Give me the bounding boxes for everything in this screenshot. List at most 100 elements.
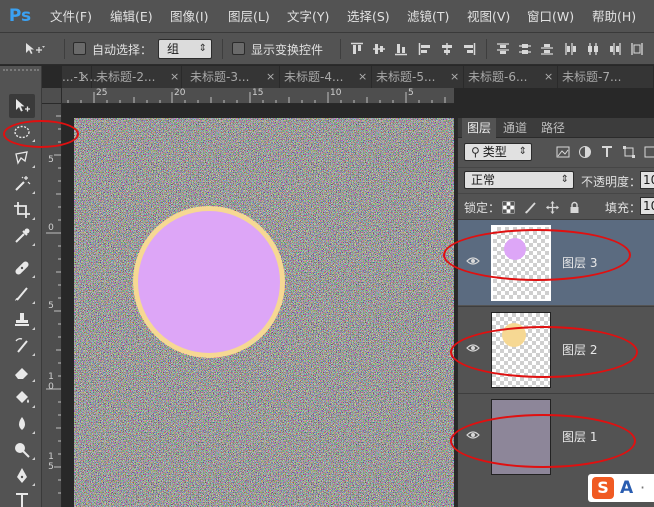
type-tool-icon[interactable] bbox=[9, 488, 35, 507]
dodge-tool-icon[interactable] bbox=[9, 438, 35, 462]
vertical-ruler[interactable]: 5 0 5 1 0 1 5 bbox=[42, 104, 62, 507]
horizontal-ruler[interactable]: 25 20 15 10 5 bbox=[62, 88, 454, 104]
ruler-label: 15 bbox=[252, 88, 264, 98]
distribute-left-icon[interactable] bbox=[564, 42, 578, 56]
doc-tab[interactable]: 未标题-7... bbox=[558, 66, 654, 88]
close-icon[interactable]: × bbox=[544, 66, 553, 88]
toolbox-grip[interactable] bbox=[3, 69, 39, 75]
blur-tool-icon[interactable] bbox=[9, 412, 35, 436]
layer-row-3[interactable]: 图层 3 bbox=[458, 219, 654, 305]
eye-icon[interactable] bbox=[466, 428, 480, 442]
ruler-label: 5 bbox=[408, 88, 414, 98]
layer-name[interactable]: 图层 2 bbox=[562, 341, 597, 358]
clone-stamp-tool-icon[interactable] bbox=[9, 308, 35, 332]
ruler-corner[interactable] bbox=[42, 88, 62, 104]
align-top-icon[interactable] bbox=[350, 42, 364, 56]
menu-image[interactable]: 图像(I) bbox=[170, 8, 208, 26]
brush-tool-icon[interactable] bbox=[9, 282, 35, 306]
paint-bucket-tool-icon[interactable] bbox=[9, 386, 35, 410]
lock-transparent-pixels-icon[interactable] bbox=[502, 201, 515, 214]
eraser-tool-icon[interactable] bbox=[9, 360, 35, 384]
magic-wand-tool-icon[interactable] bbox=[9, 172, 35, 196]
history-brush-tool-icon[interactable] bbox=[9, 334, 35, 358]
move-tool-icon[interactable] bbox=[9, 94, 35, 118]
filter-kind-label: 类型 bbox=[482, 145, 507, 159]
ruler-label: 5 bbox=[48, 301, 54, 311]
menu-window[interactable]: 窗口(W) bbox=[527, 8, 574, 26]
menu-help[interactable]: 帮助(H) bbox=[592, 8, 636, 26]
eye-icon[interactable] bbox=[466, 254, 480, 268]
menu-select[interactable]: 选择(S) bbox=[347, 8, 390, 26]
distribute-top-icon[interactable] bbox=[496, 42, 510, 56]
close-icon[interactable]: × bbox=[80, 66, 89, 88]
ime-toolbar[interactable]: S A · bbox=[588, 474, 654, 502]
tab-layers[interactable]: 图层 bbox=[462, 118, 497, 138]
filter-kind-dropdown[interactable]: ⚲ 类型 bbox=[464, 143, 532, 161]
layer-row-1[interactable]: 图层 1 bbox=[458, 393, 654, 479]
align-right-icon[interactable] bbox=[462, 42, 476, 56]
layer-name[interactable]: 图层 1 bbox=[562, 428, 597, 445]
blend-mode-dropdown[interactable]: 正常 bbox=[464, 171, 574, 189]
fill-input[interactable]: 100 bbox=[640, 197, 654, 215]
auto-select-checkbox[interactable] bbox=[73, 42, 86, 55]
menu-edit[interactable]: 编辑(E) bbox=[110, 8, 153, 26]
separator bbox=[64, 39, 65, 59]
tab-channels[interactable]: 通道 bbox=[498, 118, 532, 138]
close-icon[interactable]: × bbox=[266, 66, 275, 88]
healing-brush-tool-icon[interactable] bbox=[9, 256, 35, 280]
purple-circle-shape[interactable] bbox=[133, 206, 285, 358]
align-bottom-icon[interactable] bbox=[394, 42, 408, 56]
auto-align-icon[interactable] bbox=[630, 42, 644, 56]
align-vcenter-icon[interactable] bbox=[372, 42, 386, 56]
eye-icon[interactable] bbox=[466, 341, 480, 355]
close-icon[interactable]: × bbox=[170, 66, 179, 88]
distribute-right-icon[interactable] bbox=[608, 42, 622, 56]
opacity-input[interactable]: 100 bbox=[640, 171, 654, 189]
ruler-label: 5 bbox=[48, 155, 54, 165]
move-tool-preset-icon[interactable] bbox=[24, 42, 46, 56]
menu-filter[interactable]: 滤镜(T) bbox=[407, 8, 449, 26]
ruler-label: 0 bbox=[48, 223, 54, 233]
crop-tool-icon[interactable] bbox=[9, 198, 35, 222]
pen-tool-icon[interactable] bbox=[9, 464, 35, 488]
menu-layer[interactable]: 图层(L) bbox=[228, 8, 270, 26]
show-transform-label: 显示变换控件 bbox=[251, 43, 324, 57]
filter-adjustment-icon[interactable] bbox=[578, 145, 592, 159]
tab-paths[interactable]: 路径 bbox=[536, 118, 570, 138]
ime-mode-indicator[interactable]: A bbox=[620, 477, 633, 499]
align-hcenter-icon[interactable] bbox=[440, 42, 454, 56]
search-icon: ⚲ bbox=[471, 145, 480, 159]
close-icon[interactable]: × bbox=[358, 66, 367, 88]
menu-file[interactable]: 文件(F) bbox=[50, 8, 92, 26]
close-icon[interactable]: × bbox=[450, 66, 459, 88]
filter-type-icon[interactable] bbox=[600, 145, 614, 159]
ime-punctuation-indicator[interactable]: · bbox=[640, 480, 645, 496]
menu-type[interactable]: 文字(Y) bbox=[287, 8, 329, 26]
elliptical-marquee-tool-icon[interactable] bbox=[9, 120, 35, 144]
show-transform-checkbox[interactable] bbox=[232, 42, 245, 55]
filter-shape-icon[interactable] bbox=[622, 145, 636, 159]
separator bbox=[340, 39, 341, 59]
ime-logo[interactable]: S bbox=[592, 477, 614, 499]
auto-select-dropdown[interactable]: 组 bbox=[158, 39, 212, 59]
layer-row-2[interactable]: 图层 2 bbox=[458, 306, 654, 392]
filter-smart-object-icon[interactable] bbox=[644, 145, 654, 159]
doc-tab[interactable]: 未标题-2... bbox=[92, 66, 182, 88]
document-canvas[interactable] bbox=[74, 118, 454, 507]
lock-image-pixels-icon[interactable] bbox=[524, 201, 537, 214]
lock-position-icon[interactable] bbox=[546, 201, 559, 214]
layer-name[interactable]: 图层 3 bbox=[562, 254, 597, 271]
menu-view[interactable]: 视图(V) bbox=[467, 8, 510, 26]
filter-pixel-icon[interactable] bbox=[556, 145, 570, 159]
distribute-hcenter-icon[interactable] bbox=[586, 42, 600, 56]
align-left-icon[interactable] bbox=[418, 42, 432, 56]
separator bbox=[222, 39, 223, 59]
distribute-bottom-icon[interactable] bbox=[540, 42, 554, 56]
document-workspace bbox=[62, 104, 454, 507]
lock-all-icon[interactable] bbox=[568, 201, 581, 214]
photoshop-logo: Ps bbox=[8, 6, 32, 26]
eyedropper-tool-icon[interactable] bbox=[9, 224, 35, 248]
lasso-tool-icon[interactable] bbox=[9, 146, 35, 170]
distribute-vcenter-icon[interactable] bbox=[518, 42, 532, 56]
thumbnail-content bbox=[492, 400, 550, 474]
